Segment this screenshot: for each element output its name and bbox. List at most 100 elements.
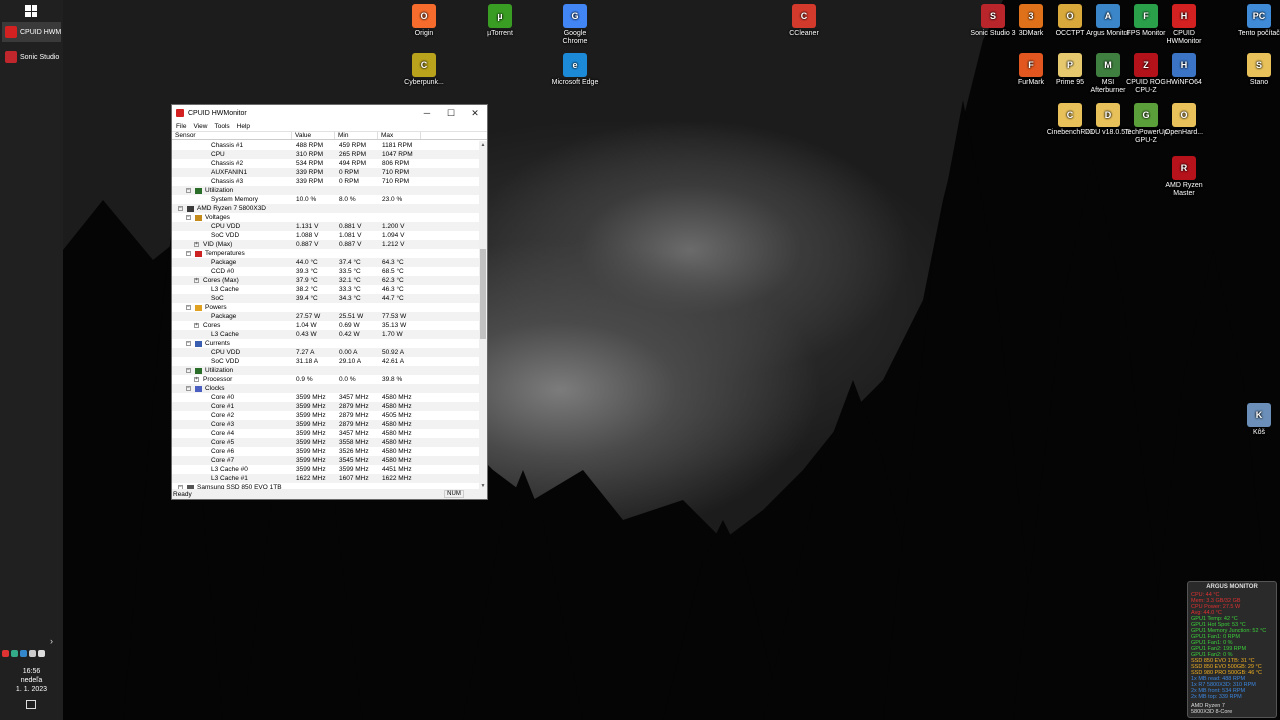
sensor-row[interactable]: Core #7 3599 MHz 3545 MHz 4580 MHz: [172, 456, 480, 465]
tray-overflow-chevron-icon[interactable]: ›: [50, 636, 53, 646]
collapse-icon[interactable]: −: [186, 386, 191, 391]
expand-icon[interactable]: +: [194, 278, 199, 283]
column-sensor[interactable]: Sensor: [172, 132, 292, 139]
sensor-row[interactable]: Core #0 3599 MHz 3457 MHz 4580 MHz: [172, 393, 480, 402]
sensor-row[interactable]: Core #6 3599 MHz 3526 MHz 4580 MHz: [172, 447, 480, 456]
sensor-row[interactable]: System Memory 10.0 % 8.0 % 23.0 %: [172, 195, 480, 204]
desktop-icon[interactable]: µ µTorrent: [476, 4, 524, 38]
expand-icon[interactable]: +: [194, 242, 199, 247]
collapse-icon[interactable]: −: [186, 251, 191, 256]
maximize-button[interactable]: ☐: [439, 108, 463, 119]
app-shortcut-icon: S: [981, 4, 1005, 28]
sensor-group-row[interactable]: − Clocks: [172, 384, 480, 393]
desktop-icon[interactable]: O Origin: [400, 4, 448, 38]
sensor-group-row[interactable]: − Utilization: [172, 366, 480, 375]
tray-app-icon[interactable]: [11, 650, 18, 657]
menu-help[interactable]: Help: [237, 123, 250, 130]
sensor-label: Core #7: [211, 457, 235, 464]
sensor-row[interactable]: + Cores 1.04 W 0.69 W 35.13 W: [172, 321, 480, 330]
column-value[interactable]: Value: [292, 132, 335, 139]
sensor-row[interactable]: L3 Cache #1 1622 MHz 1607 MHz 1622 MHz: [172, 474, 480, 483]
sensor-group-row[interactable]: − Currents: [172, 339, 480, 348]
expand-icon[interactable]: +: [194, 377, 199, 382]
sensor-row[interactable]: L3 Cache 0.43 W 0.42 W 1.70 W: [172, 330, 480, 339]
sensor-row[interactable]: CPU VDD 7.27 A 0.00 A 50.92 A: [172, 348, 480, 357]
desktop-icon[interactable]: H HWiNFO64: [1160, 53, 1208, 87]
sensor-row[interactable]: Core #1 3599 MHz 2879 MHz 4580 MHz: [172, 402, 480, 411]
collapse-icon[interactable]: −: [186, 305, 191, 310]
sensor-row[interactable]: SoC 39.4 °C 34.3 °C 44.7 °C: [172, 294, 480, 303]
menu-file[interactable]: File: [176, 123, 186, 130]
hwmonitor-window: CPUID HWMonitor ─ ☐ ✕ File View Tools He…: [171, 104, 488, 500]
sensor-row[interactable]: CPU 310 RPM 265 RPM 1047 RPM: [172, 150, 480, 159]
sensor-label: Cores (Max): [203, 277, 239, 284]
sensor-label: CCD #0: [211, 268, 235, 275]
sensor-group-icon: [195, 187, 202, 194]
taskbar-clock[interactable]: 16:56 nedeľa 1. 1. 2023: [0, 667, 63, 694]
start-button[interactable]: [22, 4, 40, 18]
sensor-group-row[interactable]: − AMD Ryzen 7 5800X3D: [172, 204, 480, 213]
taskbar-app-button[interactable]: Sonic Studio 3: [2, 47, 61, 67]
sensor-row[interactable]: Chassis #2 534 RPM 494 RPM 806 RPM: [172, 159, 480, 168]
taskbar-app-button[interactable]: CPUID HWM...: [2, 22, 61, 42]
sensor-row[interactable]: Chassis #1 488 RPM 459 RPM 1181 RPM: [172, 141, 480, 150]
sensor-row[interactable]: Core #2 3599 MHz 2879 MHz 4505 MHz: [172, 411, 480, 420]
argus-monitor-gadget[interactable]: ARGUS MONITOR CPU: 44 °C Mem: 3.3 GB/32 G…: [1187, 581, 1277, 718]
scroll-up-icon[interactable]: ▲: [479, 142, 487, 148]
desktop-icon[interactable]: O OpenHard...: [1160, 103, 1208, 137]
window-titlebar[interactable]: CPUID HWMonitor ─ ☐ ✕: [172, 105, 487, 121]
sensor-row[interactable]: Core #3 3599 MHz 2879 MHz 4580 MHz: [172, 420, 480, 429]
sensor-row[interactable]: L3 Cache 38.2 °C 33.3 °C 46.3 °C: [172, 285, 480, 294]
sensor-label: Package: [211, 259, 237, 266]
sensor-row[interactable]: AUXFANIN1 339 RPM 0 RPM 710 RPM: [172, 168, 480, 177]
sensor-label: SoC VDD: [211, 232, 240, 239]
tray-app-icon[interactable]: [2, 650, 9, 657]
sensor-row[interactable]: SoC VDD 31.18 A 29.10 A 42.61 A: [172, 357, 480, 366]
sensor-group-row[interactable]: − Voltages: [172, 213, 480, 222]
sensor-row[interactable]: Core #5 3599 MHz 3558 MHz 4580 MHz: [172, 438, 480, 447]
column-min[interactable]: Min: [335, 132, 378, 139]
collapse-icon[interactable]: −: [178, 206, 183, 211]
sensor-min: 37.4 °C: [339, 259, 361, 266]
menu-bar: File View Tools Help: [172, 121, 487, 131]
minimize-button[interactable]: ─: [415, 108, 439, 119]
sensor-group-row[interactable]: − Powers: [172, 303, 480, 312]
sensor-row[interactable]: Core #4 3599 MHz 3457 MHz 4580 MHz: [172, 429, 480, 438]
scrollbar-thumb[interactable]: [480, 249, 486, 339]
sensor-row[interactable]: Package 44.0 °C 37.4 °C 64.3 °C: [172, 258, 480, 267]
menu-tools[interactable]: Tools: [214, 123, 229, 130]
desktop-icon[interactable]: C Cyberpunk...: [400, 53, 448, 87]
sensor-group-row[interactable]: − Temperatures: [172, 249, 480, 258]
sensor-row[interactable]: CPU VDD 1.131 V 0.881 V 1.200 V: [172, 222, 480, 231]
collapse-icon[interactable]: −: [186, 215, 191, 220]
collapse-icon[interactable]: −: [186, 188, 191, 193]
sensor-row[interactable]: CCD #0 39.3 °C 33.5 °C 68.5 °C: [172, 267, 480, 276]
desktop-icon[interactable]: S Stano: [1235, 53, 1280, 87]
desktop-icon[interactable]: G Google Chrome: [551, 4, 599, 46]
expand-icon[interactable]: +: [194, 323, 199, 328]
desktop-icon[interactable]: e Microsoft Edge: [551, 53, 599, 87]
sensor-row[interactable]: + Processor 0.9 % 0.0 % 39.8 %: [172, 375, 480, 384]
sensor-row[interactable]: Chassis #3 339 RPM 0 RPM 710 RPM: [172, 177, 480, 186]
desktop-icon[interactable]: C CCleaner: [780, 4, 828, 38]
collapse-icon[interactable]: −: [186, 368, 191, 373]
desktop-icon[interactable]: PC Tento počítač: [1235, 4, 1280, 38]
sensor-row[interactable]: Package 27.57 W 25.51 W 77.53 W: [172, 312, 480, 321]
collapse-icon[interactable]: −: [186, 341, 191, 346]
sensor-row[interactable]: + Cores (Max) 37.9 °C 32.1 °C 62.3 °C: [172, 276, 480, 285]
notification-center-icon[interactable]: [26, 700, 36, 709]
desktop-icon[interactable]: H CPUID HWMonitor: [1160, 4, 1208, 46]
column-max[interactable]: Max: [378, 132, 421, 139]
sensor-row[interactable]: L3 Cache #0 3599 MHz 3599 MHz 4451 MHz: [172, 465, 480, 474]
close-button[interactable]: ✕: [463, 108, 487, 119]
menu-view[interactable]: View: [193, 123, 207, 130]
sensor-group-row[interactable]: − Utilization: [172, 186, 480, 195]
desktop-icon[interactable]: K Kôš: [1235, 403, 1280, 437]
sensor-row[interactable]: + VID (Max) 0.887 V 0.887 V 1.212 V: [172, 240, 480, 249]
desktop-icon[interactable]: R AMD Ryzen Master: [1160, 156, 1208, 198]
sensor-row[interactable]: SoC VDD 1.088 V 1.081 V 1.094 V: [172, 231, 480, 240]
tray-app-icon[interactable]: [20, 650, 27, 657]
vertical-scrollbar[interactable]: ▲ ▼: [479, 141, 487, 490]
volume-icon[interactable]: [38, 650, 45, 657]
network-icon[interactable]: [29, 650, 36, 657]
